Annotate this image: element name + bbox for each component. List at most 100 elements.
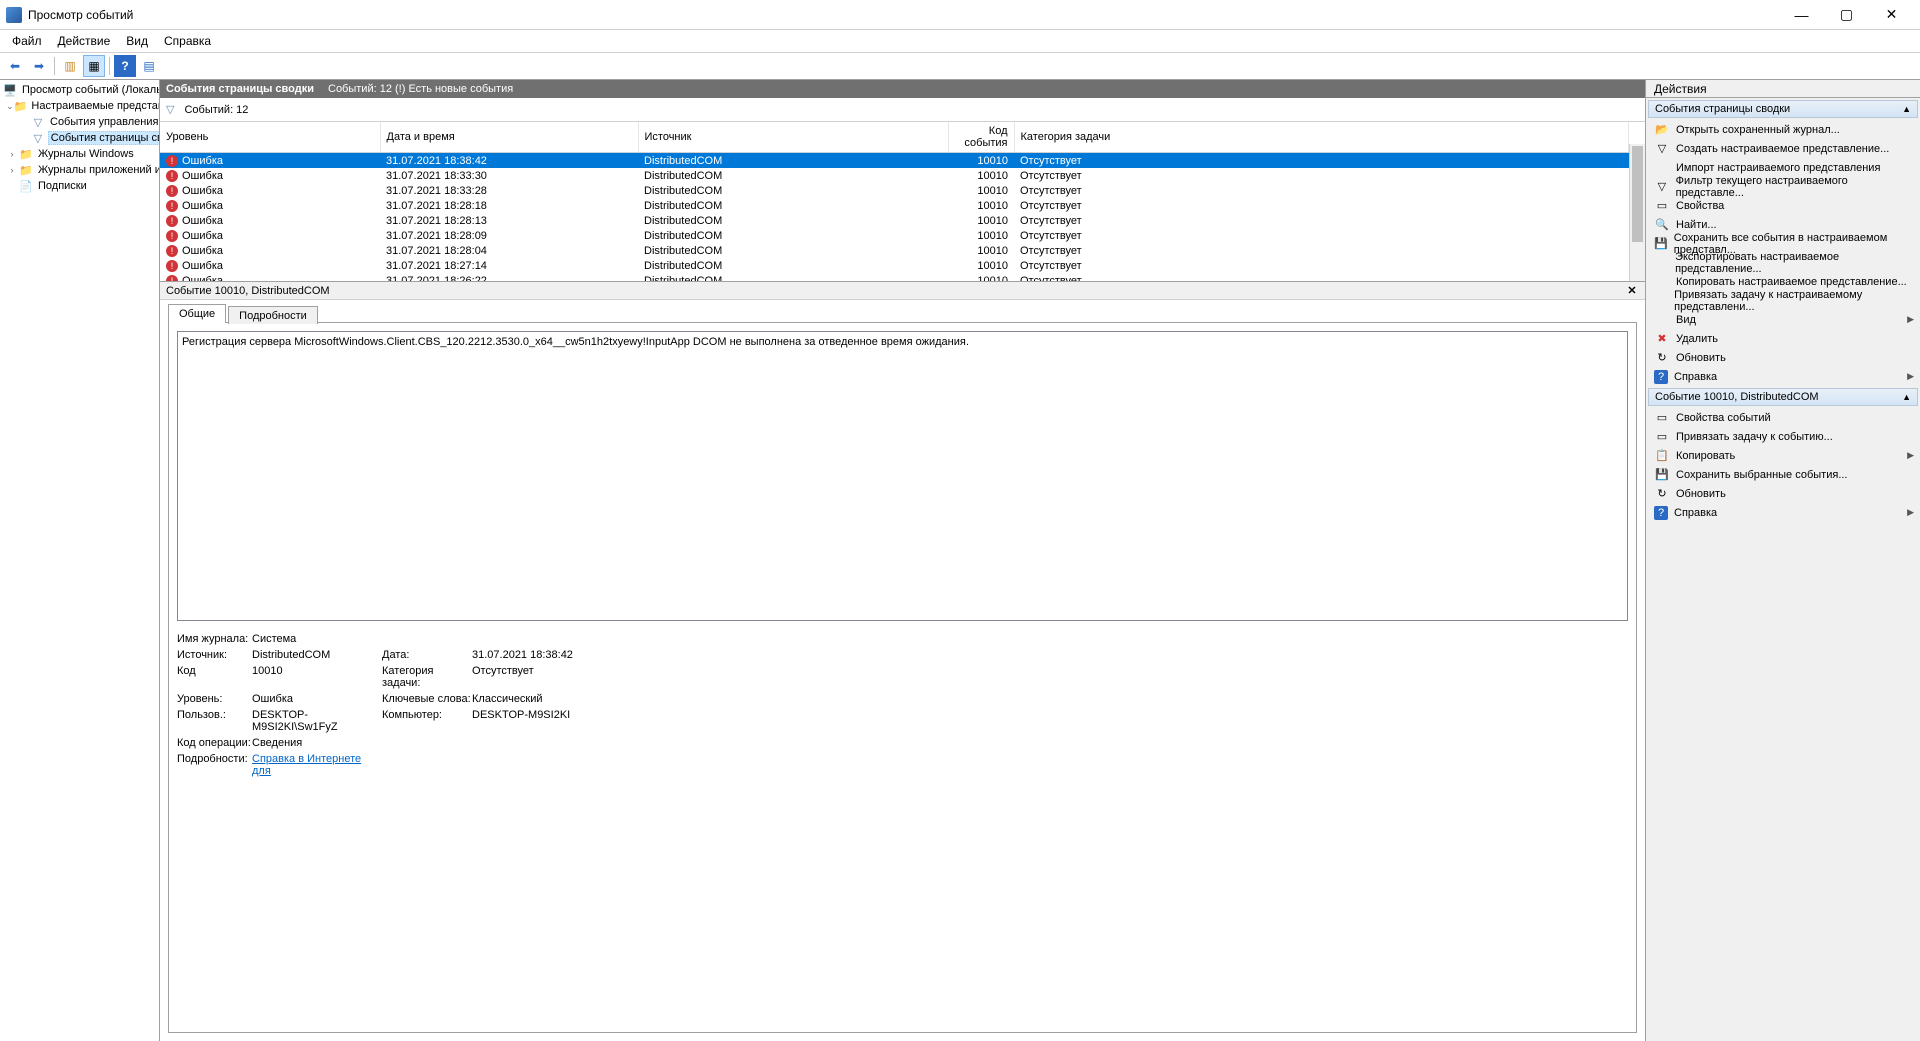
tree-root[interactable]: 🖥️ Просмотр событий (Локальны <box>0 82 160 98</box>
back-button[interactable]: ⬅ <box>4 55 26 77</box>
action-icon <box>1654 161 1670 175</box>
event-row[interactable]: !Ошибка31.07.2021 18:28:04DistributedCOM… <box>160 243 1629 258</box>
action-icon: ▭ <box>1654 411 1670 425</box>
action-label: Вид <box>1676 314 1696 326</box>
close-button[interactable]: ✕ <box>1869 0 1914 30</box>
action-item[interactable]: ?Справка▶ <box>1646 503 1920 522</box>
action-item[interactable]: ↻Обновить <box>1646 348 1920 367</box>
maximize-button[interactable]: ▢ <box>1824 0 1869 30</box>
detail-header: Событие 10010, DistributedCOM ✕ <box>160 282 1645 300</box>
action-item[interactable]: ↻Обновить <box>1646 484 1920 503</box>
field-user-label: Пользов.: <box>177 709 252 733</box>
tree-summary-events[interactable]: ▽ События страницы свод <box>0 130 160 146</box>
tree-pane: 🖥️ Просмотр событий (Локальны ⌄ 📁 Настра… <box>0 80 160 1041</box>
tree-admin-events[interactable]: ▽ События управления <box>0 114 160 130</box>
field-opcode-value: Сведения <box>252 737 382 749</box>
col-source[interactable]: Источник <box>638 122 948 153</box>
menu-file[interactable]: Файл <box>4 31 50 51</box>
tree-windows-logs[interactable]: › 📁 Журналы Windows <box>0 146 160 162</box>
show-hide-actions-button[interactable]: ▦ <box>83 55 105 77</box>
event-row[interactable]: !Ошибка31.07.2021 18:33:28DistributedCOM… <box>160 183 1629 198</box>
field-date-value: 31.07.2021 18:38:42 <box>472 649 672 661</box>
action-item[interactable]: ▽Фильтр текущего настраиваемого представ… <box>1646 177 1920 196</box>
action-label: Справка <box>1674 507 1717 519</box>
actions-header: Действия <box>1646 80 1920 98</box>
col-eventid[interactable]: Код события <box>948 122 1014 153</box>
event-row[interactable]: !Ошибка31.07.2021 18:28:13DistributedCOM… <box>160 213 1629 228</box>
error-icon: ! <box>166 170 178 182</box>
event-row[interactable]: !Ошибка31.07.2021 18:26:22DistributedCOM… <box>160 273 1629 281</box>
folder-icon: 📁 <box>18 163 34 177</box>
show-hide-tree-button[interactable]: ▥ <box>59 55 81 77</box>
menu-help[interactable]: Справка <box>156 31 219 51</box>
col-level[interactable]: Уровень <box>160 122 380 153</box>
action-item[interactable]: Вид▶ <box>1646 310 1920 329</box>
minimize-button[interactable]: — <box>1779 0 1824 30</box>
tab-general[interactable]: Общие <box>168 304 226 323</box>
event-row[interactable]: !Ошибка31.07.2021 18:38:42DistributedCOM… <box>160 153 1629 168</box>
help-button[interactable]: ? <box>114 55 136 77</box>
filter-bar: ▽ Событий: 12 <box>160 98 1645 122</box>
menu-view[interactable]: Вид <box>118 31 156 51</box>
action-label: Фильтр текущего настраиваемого представл… <box>1676 175 1914 199</box>
subscriptions-icon: 📄 <box>18 179 34 193</box>
action-item[interactable]: ✖Удалить <box>1646 329 1920 348</box>
collapse-icon[interactable]: ▲ <box>1902 392 1911 402</box>
action-item[interactable]: Экспортировать настраиваемое представлен… <box>1646 253 1920 272</box>
error-icon: ! <box>166 155 178 167</box>
expand-icon[interactable]: ⌄ <box>6 101 14 112</box>
detail-pane: Событие 10010, DistributedCOM ✕ Общие По… <box>160 282 1645 1041</box>
tree-subscriptions[interactable]: 📄 Подписки <box>0 178 160 194</box>
center-header: События страницы сводки Событий: 12 (!) … <box>160 80 1645 98</box>
field-logname-label: Имя журнала: <box>177 633 252 645</box>
online-help-link[interactable]: Справка в Интернете для <box>252 753 361 777</box>
action-item[interactable]: 📂Открыть сохраненный журнал... <box>1646 120 1920 139</box>
expand-icon[interactable]: › <box>6 165 18 175</box>
detail-header-title: Событие 10010, DistributedCOM <box>166 285 330 297</box>
action-item[interactable]: ▭Свойства <box>1646 196 1920 215</box>
action-icon <box>1654 256 1669 270</box>
col-taskcat[interactable]: Категория задачи <box>1014 122 1629 153</box>
action-icon: ✖ <box>1654 332 1670 346</box>
action-item[interactable]: Привязать задачу к настраиваемому предст… <box>1646 291 1920 310</box>
field-level-label: Уровень: <box>177 693 252 705</box>
window-title: Просмотр событий <box>28 8 1779 22</box>
action-icon <box>1654 275 1670 289</box>
col-datetime[interactable]: Дата и время <box>380 122 638 153</box>
action-item[interactable]: 💾Сохранить выбранные события... <box>1646 465 1920 484</box>
action-item[interactable]: ▽Создать настраиваемое представление... <box>1646 139 1920 158</box>
event-row[interactable]: !Ошибка31.07.2021 18:27:14DistributedCOM… <box>160 258 1629 273</box>
submenu-arrow-icon: ▶ <box>1907 507 1914 518</box>
tree-app-logs[interactable]: › 📁 Журналы приложений и сл <box>0 162 160 178</box>
detail-close-button[interactable]: ✕ <box>1625 284 1639 298</box>
action-item[interactable]: ▭Свойства событий <box>1646 408 1920 427</box>
event-row[interactable]: !Ошибка31.07.2021 18:28:18DistributedCOM… <box>160 198 1629 213</box>
action-label: Обновить <box>1676 488 1726 500</box>
vertical-scrollbar[interactable] <box>1629 144 1645 281</box>
actions-section2-title[interactable]: Событие 10010, DistributedCOM ▲ <box>1648 388 1918 406</box>
action-label: Привязать задачу к событию... <box>1676 431 1833 443</box>
toolbar: ⬅ ➡ ▥ ▦ ? ▤ <box>0 52 1920 80</box>
actions-section1-title[interactable]: События страницы сводки ▲ <box>1648 100 1918 118</box>
menubar: Файл Действие Вид Справка <box>0 30 1920 52</box>
error-icon: ! <box>166 185 178 197</box>
event-row[interactable]: !Ошибка31.07.2021 18:28:09DistributedCOM… <box>160 228 1629 243</box>
detail-message: Регистрация сервера MicrosoftWindows.Cli… <box>177 331 1628 621</box>
tree-custom-views[interactable]: ⌄ 📁 Настраиваемые представле <box>0 98 160 114</box>
tree: 🖥️ Просмотр событий (Локальны ⌄ 📁 Настра… <box>0 80 160 196</box>
forward-button[interactable]: ➡ <box>28 55 50 77</box>
action-item[interactable]: ?Справка▶ <box>1646 367 1920 386</box>
filter-icon: ▽ <box>30 131 46 145</box>
action-item[interactable]: ▭Привязать задачу к событию... <box>1646 427 1920 446</box>
folder-icon: 📁 <box>14 99 28 113</box>
error-icon: ! <box>166 275 178 282</box>
error-icon: ! <box>166 260 178 272</box>
refresh-button[interactable]: ▤ <box>138 55 160 77</box>
menu-action[interactable]: Действие <box>50 31 119 51</box>
action-item[interactable]: 📋Копировать▶ <box>1646 446 1920 465</box>
submenu-arrow-icon: ▶ <box>1907 371 1914 382</box>
event-row[interactable]: !Ошибка31.07.2021 18:33:30DistributedCOM… <box>160 168 1629 183</box>
expand-icon[interactable]: › <box>6 149 18 159</box>
tab-details[interactable]: Подробности <box>228 306 318 324</box>
collapse-icon[interactable]: ▲ <box>1902 104 1911 114</box>
